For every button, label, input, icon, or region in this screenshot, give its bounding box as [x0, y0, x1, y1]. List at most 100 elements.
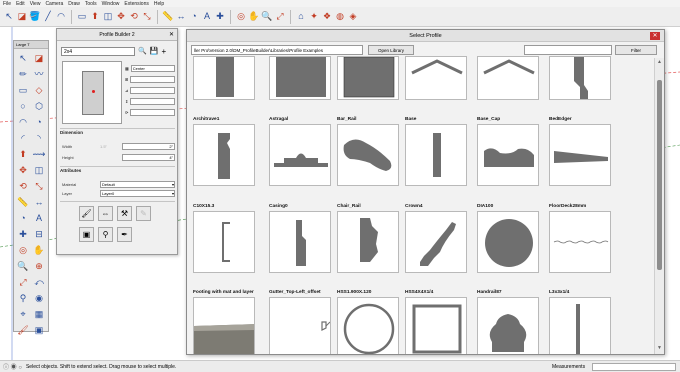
dimension-icon[interactable]: ↔: [175, 10, 187, 24]
position-camera-icon[interactable]: ⌖: [15, 306, 31, 322]
menu-camera[interactable]: Camera: [45, 1, 63, 7]
rectangle-icon[interactable]: ▭: [15, 82, 31, 98]
save-icon[interactable]: 💾: [150, 47, 159, 55]
profile-builder-titlebar[interactable]: Profile Builder 2 ✕: [57, 29, 177, 41]
filter-button[interactable]: Filter: [615, 45, 657, 55]
styles-icon[interactable]: ◈: [347, 10, 359, 24]
profile-tile[interactable]: [269, 56, 331, 100]
text-icon[interactable]: A: [201, 10, 213, 24]
freehand-icon[interactable]: 〰: [31, 66, 47, 82]
vertical-offset-input[interactable]: [130, 97, 175, 105]
width-input[interactable]: 2": [122, 142, 175, 150]
offset-icon[interactable]: ◫: [102, 10, 114, 24]
section-icon[interactable]: ⊟: [31, 226, 47, 242]
insertion-point-marker[interactable]: [92, 90, 95, 93]
arc-icon[interactable]: ◠: [15, 114, 31, 130]
profile-tile[interactable]: C10X15.3: [193, 203, 255, 273]
eraser-icon[interactable]: ◪: [16, 10, 28, 24]
brush-icon[interactable]: ⚲: [98, 227, 113, 242]
profile-tile[interactable]: Chair_Rail: [337, 203, 399, 273]
pie-icon[interactable]: ◔: [31, 114, 47, 130]
move-icon[interactable]: ✥: [15, 162, 31, 178]
extension-icon[interactable]: ✦: [308, 10, 320, 24]
pan-icon[interactable]: ✋: [31, 242, 47, 258]
pushpull-icon[interactable]: ⬆: [15, 146, 31, 162]
profile-tile[interactable]: FloorDeck28mm: [549, 203, 611, 273]
pan-icon[interactable]: ✋: [248, 10, 260, 24]
profile-tile[interactable]: DIA100: [477, 203, 539, 273]
filter-input[interactable]: [524, 45, 612, 55]
menu-help[interactable]: Help: [154, 1, 164, 7]
eraser-icon[interactable]: ◪: [31, 50, 47, 66]
materials-icon[interactable]: ◍: [334, 10, 346, 24]
height-input[interactable]: 4": [122, 153, 175, 161]
offset-icon[interactable]: ◫: [31, 162, 47, 178]
arc-2pt-icon[interactable]: ◝: [31, 130, 47, 146]
profile-tile[interactable]: Base_Cap: [477, 116, 539, 186]
pencil-icon[interactable]: ✏: [15, 66, 31, 82]
profile-tile[interactable]: Footing with mat and layer: [193, 289, 255, 354]
scrollbar-thumb[interactable]: [657, 80, 662, 270]
select-icon[interactable]: ↖: [3, 10, 15, 24]
polygon-icon[interactable]: ⬡: [31, 98, 47, 114]
rotation-input[interactable]: [130, 108, 175, 116]
protractor-icon[interactable]: ◔: [15, 210, 31, 226]
axes-icon[interactable]: ✚: [214, 10, 226, 24]
scale-icon[interactable]: ⤡: [141, 10, 153, 24]
close-icon[interactable]: ✕: [169, 31, 174, 38]
walk-icon[interactable]: ⚲: [15, 290, 31, 306]
zoom-extents-icon[interactable]: ⤢: [15, 274, 31, 290]
measurements-input[interactable]: [592, 363, 676, 371]
menu-draw[interactable]: Draw: [68, 1, 80, 7]
profile-tile[interactable]: [405, 56, 467, 100]
profile-tile[interactable]: Architrave1: [193, 116, 255, 186]
close-icon[interactable]: ✕: [650, 32, 660, 40]
paint-profile-icon[interactable]: 🖌: [79, 206, 94, 221]
profile-tile[interactable]: [549, 56, 611, 100]
library-path-field[interactable]: ller Pro\Version 2.0\DM_ProfileBuilder\L…: [191, 45, 363, 55]
axes-icon[interactable]: ✚: [15, 226, 31, 242]
select-icon[interactable]: ↖: [15, 50, 31, 66]
angle-input[interactable]: [130, 86, 175, 94]
orbit-icon[interactable]: ◎: [15, 242, 31, 258]
zoom-extents-icon[interactable]: ⤢: [274, 10, 286, 24]
scroll-down-icon[interactable]: ▼: [657, 345, 662, 351]
scroll-up-icon[interactable]: ▲: [657, 59, 662, 65]
profile-tile[interactable]: BedEdger: [549, 116, 611, 186]
tape-icon[interactable]: 📏: [162, 10, 174, 24]
profile-tile[interactable]: HSS4X4X1/4: [405, 289, 467, 354]
text-icon[interactable]: A: [31, 210, 47, 226]
arc-icon[interactable]: ◠: [55, 10, 67, 24]
profile-tile[interactable]: Handrail87: [477, 289, 539, 354]
profile-tile[interactable]: Base: [405, 116, 467, 186]
profile-tile[interactable]: HSS1.900X.120: [337, 289, 399, 354]
paint-bucket-icon[interactable]: 🪣: [29, 10, 41, 24]
vertical-scrollbar[interactable]: ▲ ▼: [654, 58, 664, 354]
rotated-rect-icon[interactable]: ◇: [31, 82, 47, 98]
material-select[interactable]: Default ▾: [100, 180, 175, 188]
sandbox-icon[interactable]: ▦: [31, 306, 47, 322]
scale-icon[interactable]: ⤡: [31, 178, 47, 194]
menu-window[interactable]: Window: [102, 1, 120, 7]
zoom-icon[interactable]: 🔍: [261, 10, 273, 24]
eyedropper-icon[interactable]: ✒: [117, 227, 132, 242]
profile-tile[interactable]: Bar_Rail: [337, 116, 399, 186]
menu-extensions[interactable]: Extensions: [124, 1, 148, 7]
profile-name-input[interactable]: 2x4: [61, 46, 135, 56]
pushpull-icon[interactable]: ⬆: [89, 10, 101, 24]
zoomwindow-icon[interactable]: ⊕: [31, 258, 47, 274]
search-icon[interactable]: 🔍: [138, 47, 147, 55]
circle-icon[interactable]: ○: [15, 98, 31, 114]
profile-tile[interactable]: Astragal: [269, 116, 331, 186]
open-library-button[interactable]: Open Library: [368, 45, 414, 55]
profile-tile[interactable]: Casing0: [269, 203, 331, 273]
protractor-icon[interactable]: ◔: [188, 10, 200, 24]
lookaround-icon[interactable]: ◉: [31, 290, 47, 306]
eyedropper-disabled-icon[interactable]: ✎: [136, 206, 151, 221]
orbit-icon[interactable]: ◎: [235, 10, 247, 24]
shapes-icon[interactable]: ▭: [76, 10, 88, 24]
add-icon[interactable]: +: [161, 47, 166, 56]
menu-tools[interactable]: Tools: [85, 1, 97, 7]
offset-input[interactable]: [130, 75, 175, 83]
warehouse-icon[interactable]: ⌂: [295, 10, 307, 24]
